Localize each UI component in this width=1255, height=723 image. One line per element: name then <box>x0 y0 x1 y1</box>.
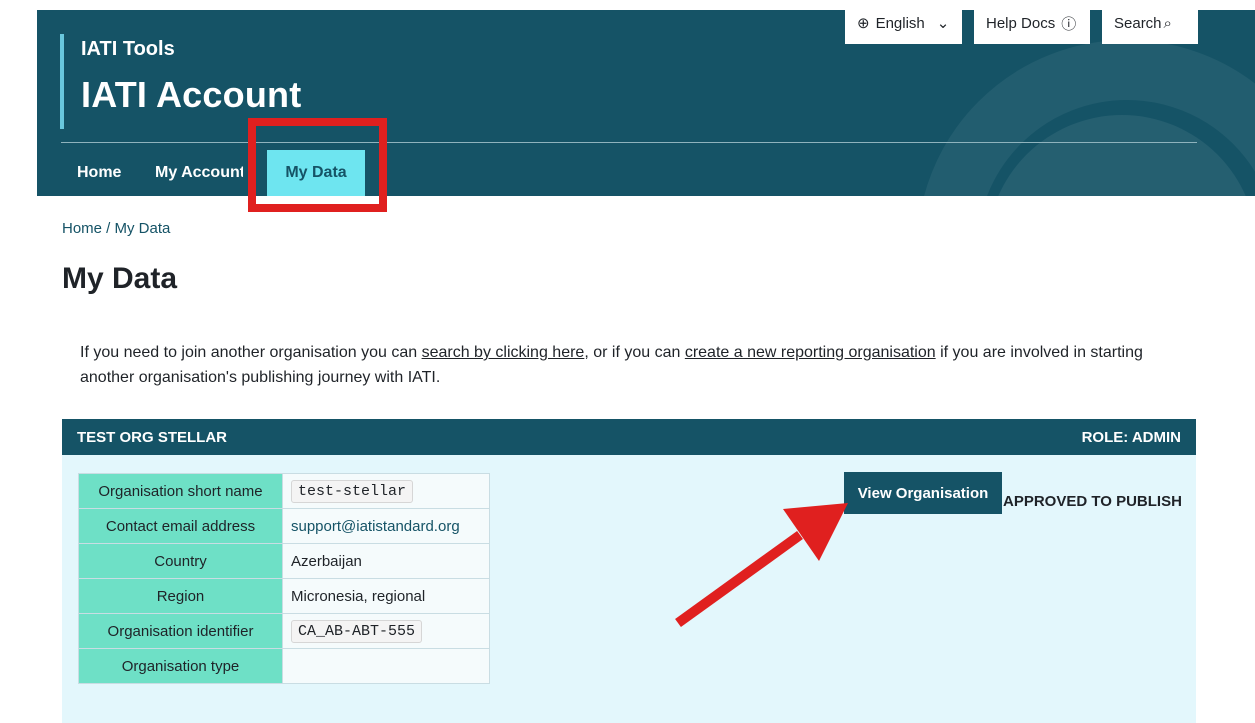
create-organisation-link[interactable]: create a new reporting organisation <box>685 344 936 361</box>
nav-divider <box>61 142 1197 143</box>
organisation-header: TEST ORG STELLAR ROLE: ADMIN <box>62 419 1196 455</box>
chevron-down-icon: ⌄ <box>936 15 950 32</box>
language-label: English <box>875 14 925 32</box>
organisation-name: TEST ORG STELLAR <box>77 428 227 446</box>
nav-my-account[interactable]: My Account <box>155 150 243 196</box>
help-docs-label: Help Docs <box>986 14 1056 32</box>
intro-text-part: , or if you can <box>584 344 685 361</box>
intro-text-part: If you need to join another organisation… <box>80 344 422 361</box>
info-icon: ⓘ <box>1061 15 1077 33</box>
annotation-highlight-box <box>248 118 387 212</box>
table-row: Organisation identifier CA_AB-ABT-555 <box>78 613 490 649</box>
detail-value: Azerbaijan <box>282 543 490 579</box>
search-icon: ⌕ <box>1163 14 1172 32</box>
detail-label: Region <box>78 578 283 614</box>
table-row: Organisation short name test-stellar <box>78 473 490 509</box>
view-organisation-button[interactable]: View Organisation <box>844 472 1002 514</box>
search-label: Search <box>1114 14 1162 32</box>
detail-label: Contact email address <box>78 508 283 544</box>
organisation-role: ROLE: ADMIN <box>1081 428 1181 446</box>
detail-value: Micronesia, regional <box>282 578 490 614</box>
brand-title: IATI Account <box>81 74 302 115</box>
table-row: Contact email address support@iatistanda… <box>78 508 490 544</box>
search-organisations-link[interactable]: search by clicking here <box>422 344 585 361</box>
globe-icon: ⊕ <box>857 15 870 32</box>
detail-value <box>282 648 490 684</box>
language-selector[interactable]: ⊕ English ⌄ <box>845 10 962 44</box>
detail-value: test-stellar <box>282 473 490 509</box>
page-title: My Data <box>62 262 178 295</box>
contact-email-link[interactable]: support@iatistandard.org <box>291 518 460 535</box>
site-header: IATI Tools IATI Account ⊕ English ⌄ Help… <box>37 10 1255 196</box>
breadcrumb[interactable]: Home / My Data <box>62 220 170 237</box>
nav-home[interactable]: Home <box>77 150 121 196</box>
organisation-details-table: Organisation short name test-stellar Con… <box>78 473 490 684</box>
table-row: Region Micronesia, regional <box>78 578 490 614</box>
brand: IATI Tools IATI Account <box>60 34 301 129</box>
detail-label: Organisation identifier <box>78 613 283 649</box>
table-row: Country Azerbaijan <box>78 543 490 579</box>
detail-label: Organisation short name <box>78 473 283 509</box>
short-name-code: test-stellar <box>291 480 414 503</box>
table-row: Organisation type <box>78 648 490 684</box>
brand-subtitle: IATI Tools <box>81 38 175 60</box>
publish-status: APPROVED TO PUBLISH <box>1003 493 1182 510</box>
detail-value: CA_AB-ABT-555 <box>282 613 490 649</box>
help-docs-button[interactable]: Help Docs ⓘ <box>974 10 1090 44</box>
intro-text: If you need to join another organisation… <box>80 340 1170 390</box>
detail-label: Organisation type <box>78 648 283 684</box>
search-button[interactable]: Search ⌕ <box>1102 10 1198 44</box>
detail-value: support@iatistandard.org <box>282 508 490 544</box>
detail-label: Country <box>78 543 283 579</box>
identifier-code: CA_AB-ABT-555 <box>291 620 423 643</box>
